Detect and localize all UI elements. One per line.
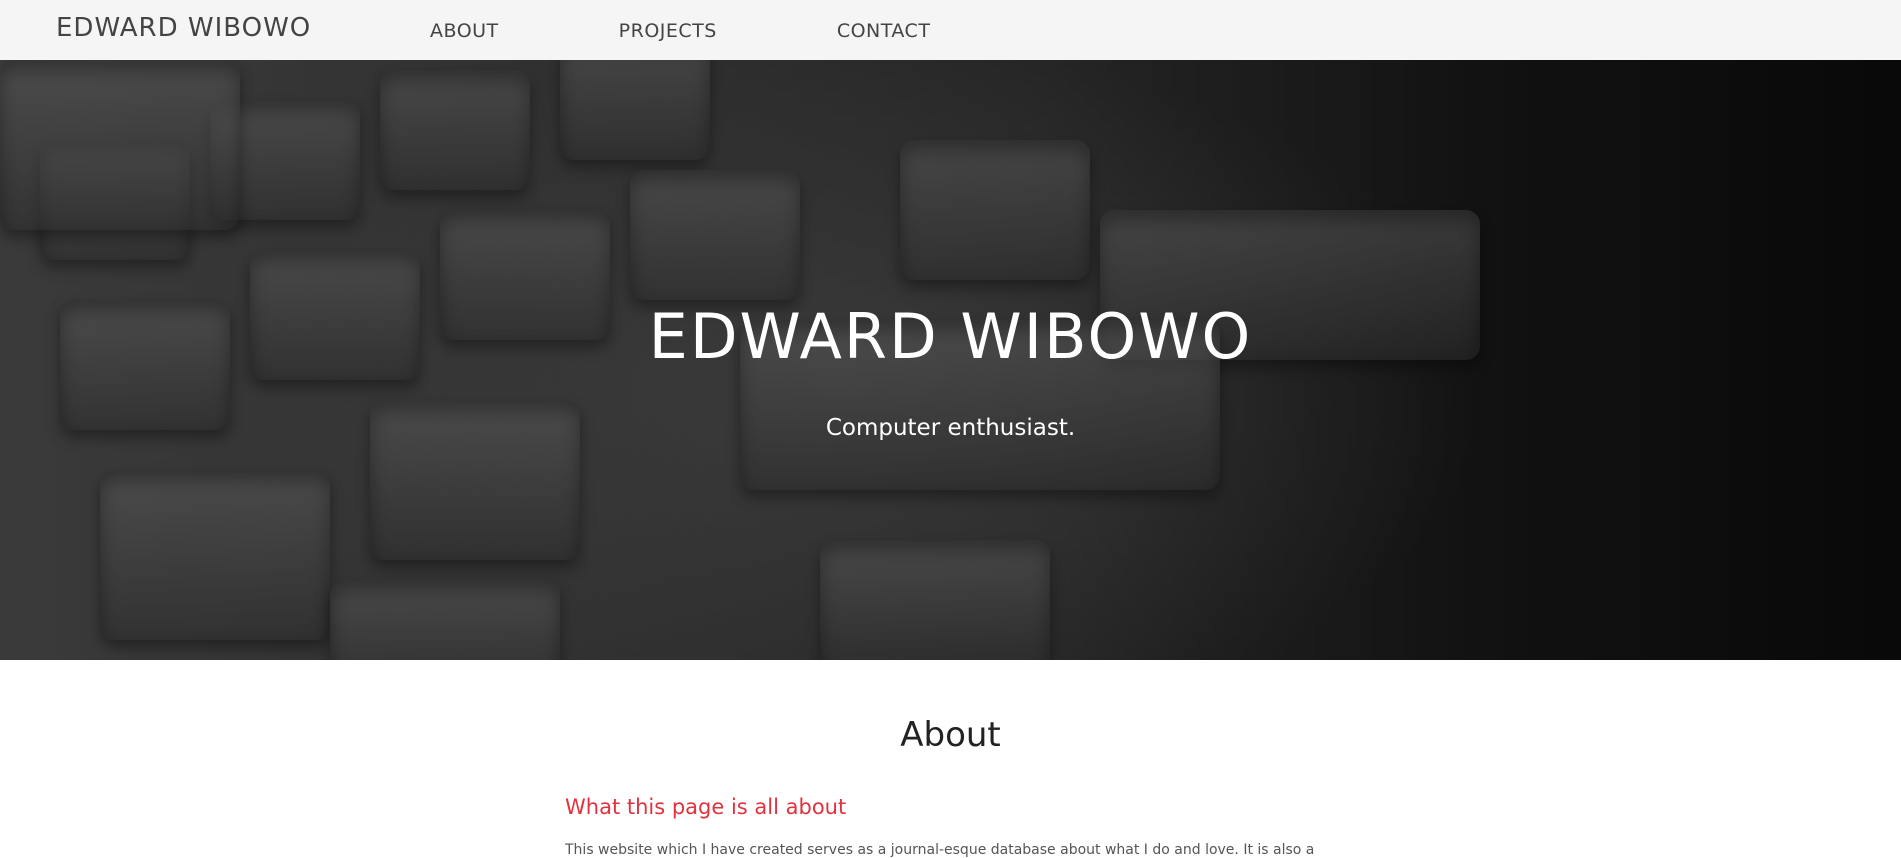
about-heading: About	[900, 715, 1001, 755]
hero-title: EDWARD WIBOWO	[648, 300, 1253, 373]
hero-subtitle: Computer enthusiast.	[825, 415, 1076, 441]
about-section: About What this page is all about This w…	[0, 660, 1901, 858]
hero-section: EDWARD WIBOWO Computer enthusiast.	[0, 60, 1901, 660]
nav-links: ABOUT PROJECTS CONTACT	[430, 20, 930, 42]
nav-link-contact[interactable]: CONTACT	[837, 20, 931, 42]
about-subheading: What this page is all about	[565, 795, 847, 819]
top-navbar: EDWARD WIBOWO ABOUT PROJECTS CONTACT	[0, 0, 1901, 60]
about-body-text: This website which I have created serves…	[565, 842, 1315, 858]
brand-link[interactable]: EDWARD WIBOWO	[56, 13, 311, 43]
nav-link-projects[interactable]: PROJECTS	[619, 20, 717, 42]
nav-link-about[interactable]: ABOUT	[430, 20, 499, 42]
